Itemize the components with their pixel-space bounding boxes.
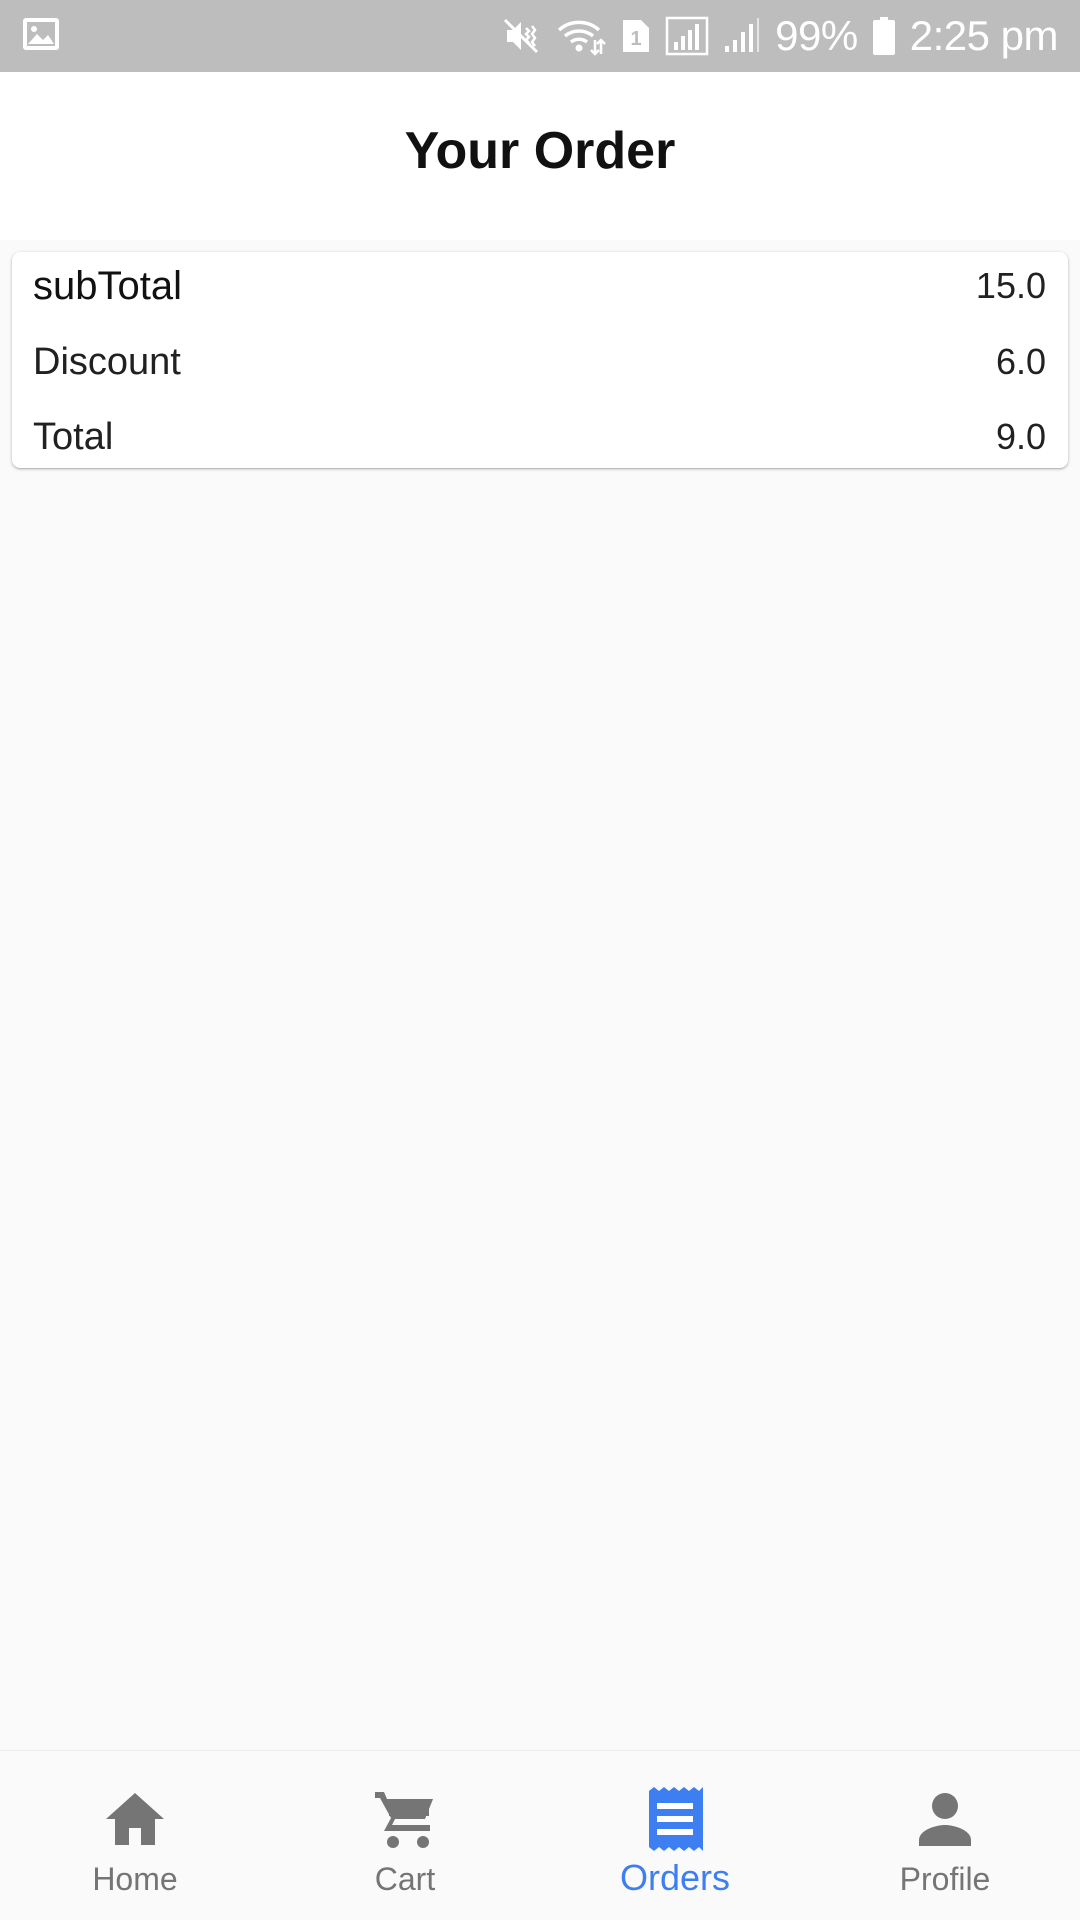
- summary-row-discount: Discount 6.0: [33, 332, 1046, 392]
- nav-label-cart: Cart: [374, 1861, 436, 1897]
- status-right: 1 99% 2:25 pm: [501, 12, 1059, 60]
- nav-item-cart[interactable]: Cart: [270, 1751, 540, 1920]
- battery-percent: 99%: [775, 12, 858, 59]
- mute-vibrate-icon: [501, 16, 541, 56]
- person-icon: [918, 1785, 972, 1853]
- sim-badge-icon: 1: [621, 18, 651, 54]
- nav-label-profile: Profile: [899, 1861, 991, 1897]
- discount-value: 6.0: [995, 341, 1046, 382]
- signal-icon-2: [723, 16, 761, 56]
- bottom-nav: Home Cart Orders Profile: [0, 1750, 1080, 1920]
- wifi-icon: [555, 16, 607, 56]
- summary-row-total: Total 9.0: [33, 407, 1046, 467]
- total-value: 9.0: [995, 416, 1046, 457]
- app-bar: Your Order: [0, 72, 1080, 240]
- nav-item-home[interactable]: Home: [0, 1751, 270, 1920]
- total-label: Total: [33, 415, 114, 458]
- nav-item-profile[interactable]: Profile: [810, 1751, 1080, 1920]
- sim-badge-text: 1: [631, 28, 642, 50]
- nav-label-orders: Orders: [619, 1857, 731, 1898]
- page-title: Your Order: [404, 122, 676, 180]
- gallery-icon: [22, 17, 60, 56]
- receipt-icon: [647, 1785, 703, 1853]
- nav-label-home: Home: [92, 1861, 178, 1897]
- discount-label: Discount: [33, 340, 181, 383]
- home-icon: [104, 1785, 166, 1853]
- status-bar: 1 99% 2:25 pm: [0, 0, 1080, 72]
- subtotal-label: subTotal: [33, 263, 182, 308]
- status-left: [22, 17, 60, 56]
- clock: 2:25 pm: [909, 12, 1059, 59]
- battery-icon: [872, 16, 896, 56]
- subtotal-value: 15.0: [975, 265, 1046, 306]
- signal-icon: [665, 16, 709, 56]
- cart-icon: [373, 1785, 437, 1853]
- summary-row-subtotal: subTotal 15.0: [33, 256, 1046, 316]
- nav-item-orders[interactable]: Orders: [540, 1751, 810, 1920]
